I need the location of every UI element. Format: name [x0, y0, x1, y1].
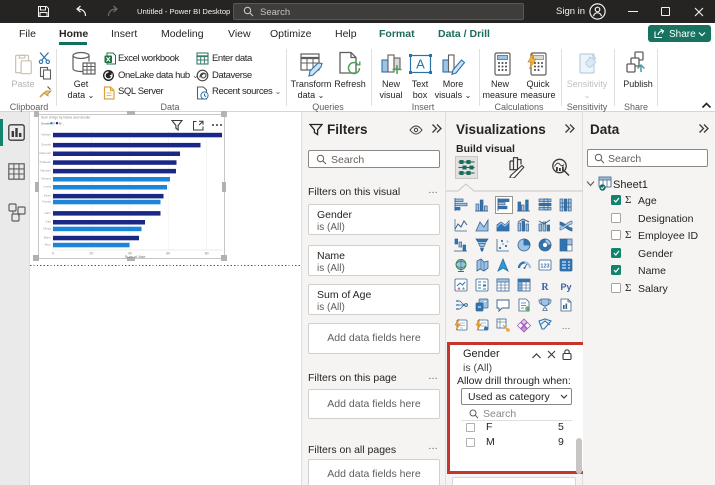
svg-text:20: 20: [89, 252, 93, 256]
svg-text:Prakash: Prakash: [40, 160, 52, 164]
svg-text:Py: Py: [560, 282, 571, 292]
svg-text:Divya: Divya: [43, 226, 51, 230]
svg-text:Sum of Age: Sum of Age: [125, 254, 146, 258]
svg-text:Meena: Meena: [42, 177, 52, 181]
svg-text:R: R: [541, 282, 549, 293]
svg-text:John: John: [44, 211, 51, 215]
svg-text:Suresh: Suresh: [41, 143, 51, 147]
svg-text:123: 123: [540, 264, 549, 270]
svg-text:⌄: ⌄: [62, 121, 65, 125]
svg-text:Vikram: Vikram: [41, 133, 51, 137]
svg-text:Ramesh: Ramesh: [39, 151, 51, 155]
svg-text:…: …: [562, 321, 571, 331]
svg-text:Kavya: Kavya: [42, 200, 51, 204]
svg-text:0: 0: [52, 252, 54, 256]
svg-text:80: 80: [205, 252, 209, 256]
svg-text:Gender: Gender: [41, 121, 51, 125]
svg-text:Naveen: Naveen: [40, 169, 51, 173]
svg-text:60: 60: [166, 252, 170, 256]
svg-text:A: A: [416, 57, 425, 72]
svg-text:F: F: [53, 121, 55, 125]
svg-text:Banu: Banu: [44, 236, 52, 240]
svg-text:Kiran: Kiran: [44, 194, 52, 198]
svg-text:Arun: Arun: [44, 243, 51, 247]
svg-text:Leela: Leela: [43, 185, 51, 189]
svg-text:Gita: Gita: [45, 220, 51, 224]
svg-text:Sum of Age by Name and Gender: Sum of Age by Name and Gender: [41, 116, 91, 120]
